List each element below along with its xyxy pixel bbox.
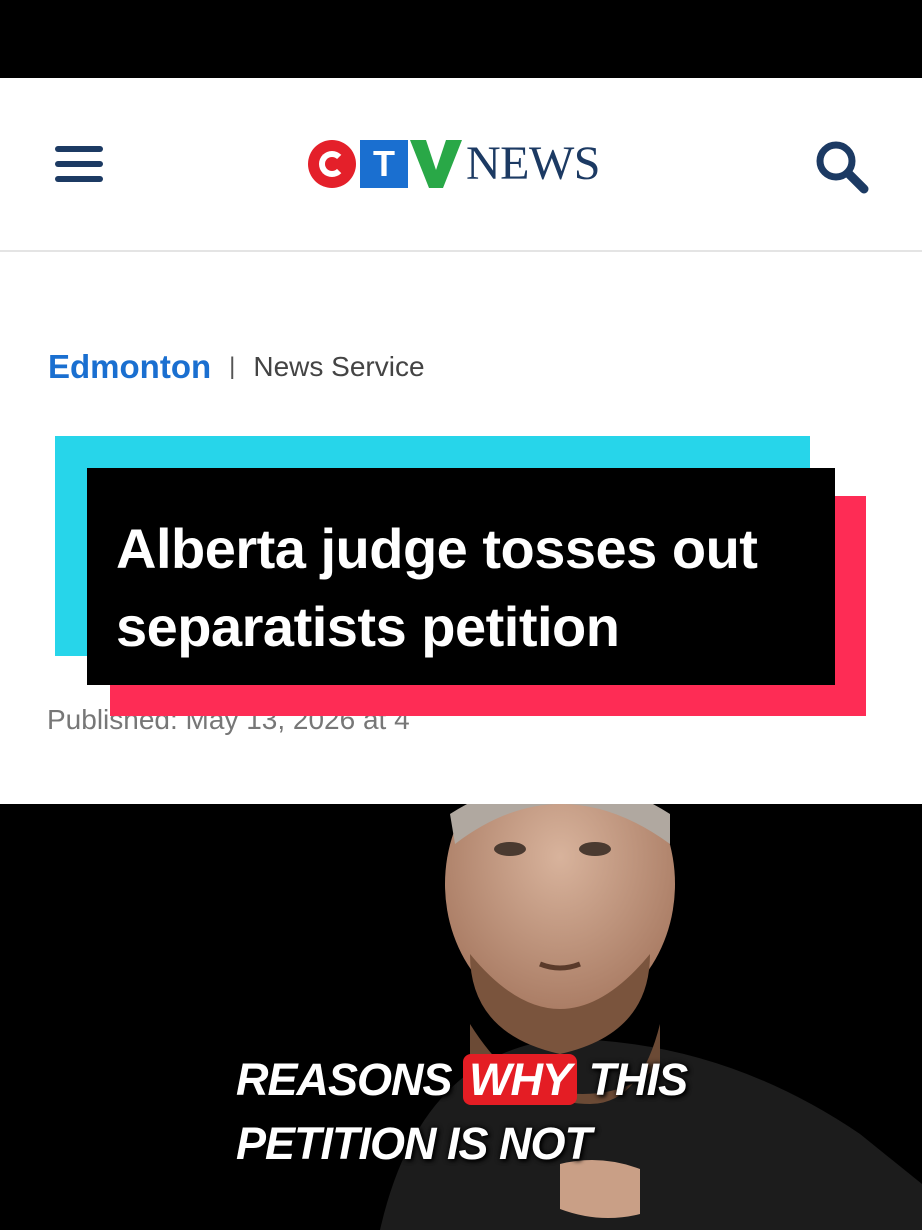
top-black-bar — [0, 0, 922, 78]
logo-c-ball — [308, 140, 356, 188]
caption-line-2: PETITION IS NOT — [236, 1118, 592, 1169]
headline-line-1: Alberta judge tosses out — [116, 517, 758, 580]
ctv-news-logo[interactable]: T NEWS — [308, 136, 600, 192]
logo-v-shape — [410, 140, 462, 188]
logo-news-word: NEWS — [466, 137, 600, 190]
caption-word-reasons: REASONS — [236, 1054, 453, 1105]
caption-line-1: REASONS WHY THIS — [236, 1054, 876, 1106]
section-link-edmonton[interactable]: Edmonton — [48, 348, 211, 386]
site-header: T NEWS — [0, 78, 922, 252]
headline-line-2: separatists petition — [116, 595, 620, 658]
hamburger-menu-icon[interactable] — [55, 142, 105, 186]
search-icon[interactable] — [812, 138, 872, 194]
news-service-label: News Service — [253, 351, 425, 382]
caption-word-this: THIS — [588, 1054, 689, 1105]
overlay-headline: Alberta judge tosses out separatists pet… — [116, 510, 816, 666]
section-breadcrumb: Edmonton | News Service — [48, 348, 425, 386]
caption-highlight-why: WHY — [463, 1054, 578, 1105]
breadcrumb-separator: | — [229, 353, 236, 380]
logo-t-square: T — [360, 140, 408, 188]
